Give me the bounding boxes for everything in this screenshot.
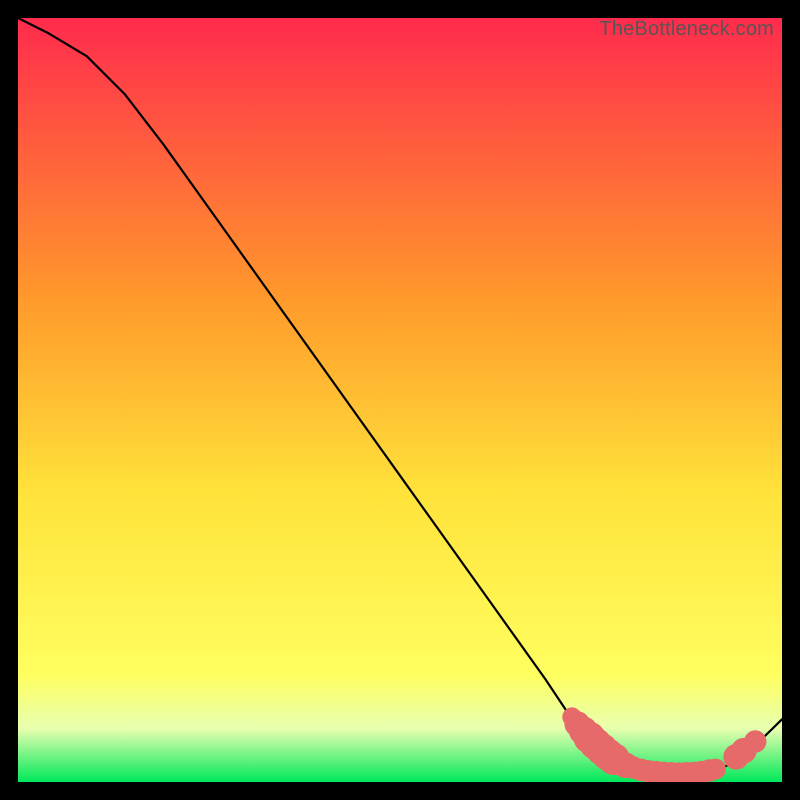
data-marker: [744, 730, 766, 752]
gradient-background: [18, 18, 782, 782]
chart-svg: [18, 18, 782, 782]
data-marker: [705, 759, 726, 780]
plot-area: TheBottleneck.com: [18, 18, 782, 782]
attribution-text: TheBottleneck.com: [599, 18, 774, 41]
chart-frame: TheBottleneck.com: [0, 0, 800, 800]
